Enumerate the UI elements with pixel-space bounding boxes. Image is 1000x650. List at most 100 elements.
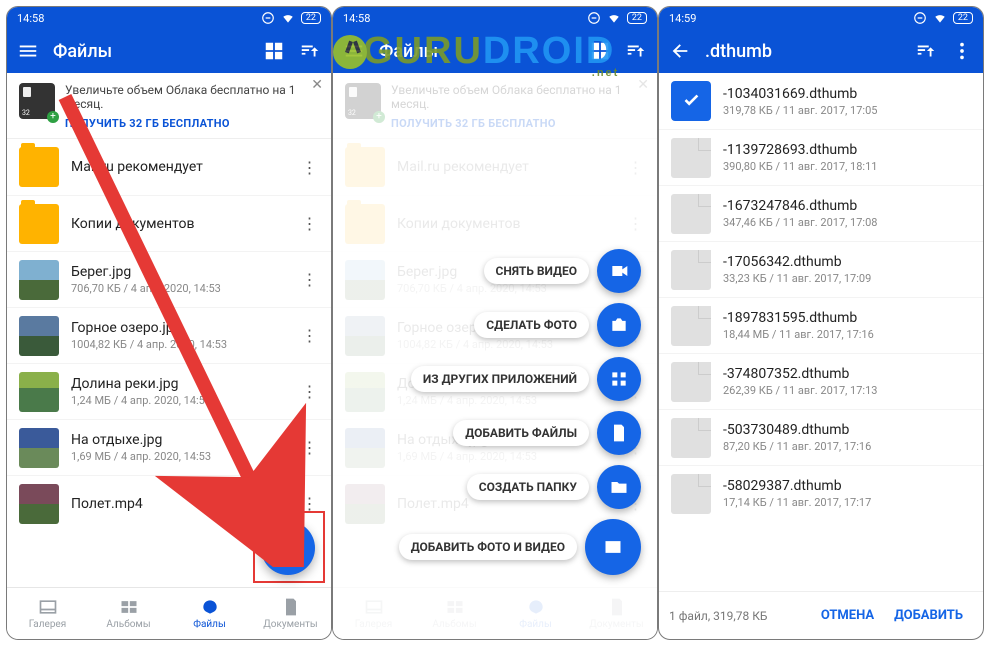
- file-thumb: [19, 372, 59, 412]
- file-name: Mail.ru рекомендует: [71, 159, 287, 175]
- wifi-icon: [281, 11, 295, 25]
- status-icons: 22: [261, 11, 321, 25]
- file-row[interactable]: Долина реки.jpg 1,24 МБ / 4 апр. 2020, 1…: [7, 363, 331, 419]
- speed-dial-apps-button[interactable]: [597, 357, 641, 401]
- file-row[interactable]: -17056342.dthumb 33,23 КБ / 11 авг. 2017…: [659, 241, 983, 297]
- file-name: Полет.mp4: [71, 496, 287, 512]
- file-name: -503730489.dthumb: [723, 422, 971, 438]
- speed-dial-image-button[interactable]: [585, 519, 641, 575]
- speed-dial-label[interactable]: ДОБАВИТЬ ФАЙЛЫ: [453, 420, 589, 446]
- status-time: 14:58: [343, 12, 370, 25]
- file-row[interactable]: -58029387.dthumb 17,14 КБ / 11 авг. 2017…: [659, 465, 983, 521]
- file-icon: [609, 423, 629, 443]
- file-row[interactable]: -1897831595.dthumb 18,44 МБ / 11 авг. 20…: [659, 297, 983, 353]
- speed-dial-folder-button[interactable]: [597, 465, 641, 509]
- phone-1: 14:58 22 Файлы 32+ Увеличьте объем Облак…: [6, 6, 332, 640]
- file-row[interactable]: -1139728693.dthumb 390,80 КБ / 11 авг. 2…: [659, 129, 983, 185]
- sort-icon[interactable]: [625, 40, 647, 62]
- speed-dial-label[interactable]: СОЗДАТЬ ПАПКУ: [467, 474, 589, 500]
- nav-label: Документы: [263, 619, 317, 630]
- video-icon: [609, 261, 629, 281]
- file-meta: 319,78 КБ / 11 авг. 2017, 17:05: [723, 104, 971, 117]
- file-row[interactable]: На отдыхе.jpg 1,69 МБ / 4 апр. 2020, 14:…: [7, 419, 331, 475]
- file-name: -1673247846.dthumb: [723, 198, 971, 214]
- sort-icon[interactable]: [299, 40, 321, 62]
- file-row[interactable]: Mail.ru рекомендует ⋮: [7, 139, 331, 195]
- add-button[interactable]: ДОБАВИТЬ: [884, 600, 973, 631]
- speed-dial-label[interactable]: СДЕЛАТЬ ФОТО: [474, 312, 589, 338]
- app-bar: Файлы: [7, 29, 331, 73]
- file-row[interactable]: -503730489.dthumb 87,20 КБ / 11 авг. 201…: [659, 409, 983, 465]
- fab-add-button[interactable]: [261, 521, 315, 575]
- speed-dial-camera-button[interactable]: [597, 303, 641, 347]
- speed-dial-label[interactable]: ИЗ ДРУГИХ ПРИЛОЖЕНИЙ: [411, 366, 589, 392]
- file-thumb: [19, 147, 59, 187]
- file-icon: [671, 306, 711, 346]
- nav-label: Файлы: [193, 619, 225, 630]
- file-row[interactable]: Горное озеро.jpg 1004,82 КБ / 4 апр. 202…: [7, 307, 331, 363]
- speed-dial-file-button[interactable]: [597, 411, 641, 455]
- row-overflow-icon[interactable]: ⋮: [299, 158, 319, 177]
- fab-speed-dial: СНЯТЬ ВИДЕО СДЕЛАТЬ ФОТО ИЗ ДРУГИХ ПРИЛО…: [399, 249, 641, 575]
- overflow-icon[interactable]: [951, 40, 973, 62]
- nav-icon: [281, 597, 301, 617]
- file-thumb: [19, 316, 59, 356]
- speed-dial-label[interactable]: СНЯТЬ ВИДЕО: [484, 258, 589, 284]
- file-meta: 18,44 МБ / 11 авг. 2017, 17:16: [723, 328, 971, 341]
- nav-label: Альбомы: [106, 619, 150, 630]
- file-row[interactable]: -374807352.dthumb 262,39 КБ / 11 авг. 20…: [659, 353, 983, 409]
- file-name: Берег.jpg: [71, 264, 287, 280]
- cancel-button[interactable]: ОТМЕНА: [811, 600, 884, 631]
- bottom-nav-альбомы[interactable]: Альбомы: [88, 588, 169, 639]
- file-thumb: [19, 260, 59, 300]
- status-icons: 22: [913, 11, 973, 25]
- bottom-nav-галерея[interactable]: Галерея: [7, 588, 88, 639]
- file-row[interactable]: -1673247846.dthumb 347,46 КБ / 11 авг. 2…: [659, 185, 983, 241]
- sd-card-icon: 32+: [19, 83, 55, 119]
- file-icon: [671, 362, 711, 402]
- row-overflow-icon[interactable]: ⋮: [299, 214, 319, 233]
- file-name: -1139728693.dthumb: [723, 142, 971, 158]
- status-time: 14:58: [17, 12, 44, 25]
- speed-dial-video-button[interactable]: [597, 249, 641, 293]
- file-meta: 33,23 КБ / 11 авг. 2017, 17:09: [723, 272, 971, 285]
- row-overflow-icon[interactable]: ⋮: [299, 438, 319, 457]
- bottom-nav-документы[interactable]: Документы: [250, 588, 331, 639]
- row-overflow-icon[interactable]: ⋮: [299, 270, 319, 289]
- file-icon: [671, 474, 711, 514]
- file-row[interactable]: -1034031669.dthumb 319,78 КБ / 11 авг. 2…: [659, 73, 983, 129]
- sort-icon[interactable]: [915, 40, 937, 62]
- image-icon: [603, 537, 623, 557]
- file-meta: 706,70 КБ / 4 апр. 2020, 14:53: [71, 282, 287, 295]
- app-title: Файлы: [53, 41, 249, 62]
- status-time: 14:59: [669, 12, 696, 25]
- close-icon[interactable]: ✕: [311, 77, 323, 93]
- file-thumb: [19, 428, 59, 468]
- file-icon: [671, 194, 711, 234]
- file-name: На отдыхе.jpg: [71, 432, 287, 448]
- row-overflow-icon[interactable]: ⋮: [299, 326, 319, 345]
- dnd-icon: [913, 11, 927, 25]
- file-icon: [671, 418, 711, 458]
- selection-footer: 1 файл, 319,78 КБ ОТМЕНА ДОБАВИТЬ: [659, 591, 983, 639]
- nav-icon: [38, 597, 58, 617]
- bottom-nav-файлы[interactable]: Файлы: [169, 588, 250, 639]
- promo-cta[interactable]: ПОЛУЧИТЬ 32 ГБ БЕСПЛАТНО: [65, 117, 319, 130]
- hamburger-icon[interactable]: [17, 40, 39, 62]
- file-thumb: [19, 204, 59, 244]
- promo-banner[interactable]: 32+ Увеличьте объем Облака бесплатно на …: [7, 73, 331, 139]
- app-bar: .dthumb: [659, 29, 983, 73]
- back-icon[interactable]: [669, 40, 691, 62]
- speed-dial-label[interactable]: ДОБАВИТЬ ФОТО И ВИДЕО: [399, 534, 577, 560]
- folder-icon: [609, 477, 629, 497]
- file-name: -1897831595.dthumb: [723, 310, 971, 326]
- status-bar: 14:58 22: [7, 7, 331, 29]
- file-row[interactable]: Копии документов ⋮: [7, 195, 331, 251]
- file-meta: 390,80 КБ / 11 авг. 2017, 18:11: [723, 160, 971, 173]
- row-overflow-icon[interactable]: ⋮: [299, 382, 319, 401]
- wifi-icon: [933, 11, 947, 25]
- file-name: Копии документов: [71, 216, 287, 232]
- grid-view-icon[interactable]: [263, 40, 285, 62]
- file-row[interactable]: Берег.jpg 706,70 КБ / 4 апр. 2020, 14:53…: [7, 251, 331, 307]
- checkbox-checked-icon[interactable]: [671, 81, 711, 121]
